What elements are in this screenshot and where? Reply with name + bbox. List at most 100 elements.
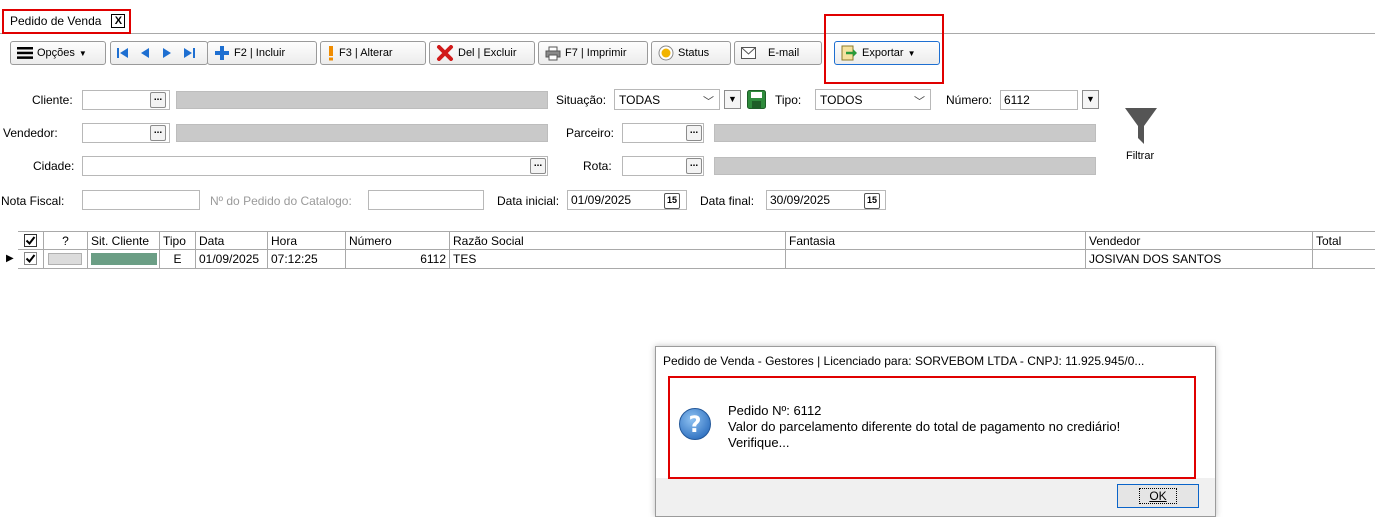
- email-button[interactable]: E-mail: [734, 41, 822, 65]
- situacao-dropdown-button[interactable]: ▼: [724, 90, 741, 109]
- opcoes-button[interactable]: Opções ▼: [10, 41, 106, 65]
- dialog-message: Pedido Nº: 6112 Valor do parcelamento di…: [728, 403, 1120, 451]
- printer-icon: [545, 46, 561, 60]
- checkbox-checked-icon: [24, 252, 37, 265]
- envelope-icon: [741, 47, 756, 59]
- data-final-label: Data final:: [700, 194, 755, 208]
- rota-label: Rota:: [583, 159, 612, 173]
- exclamation-icon: [329, 46, 333, 61]
- rota-name-field: [714, 157, 1096, 175]
- dialog-body: ? Pedido Nº: 6112 Valor do parcelamento …: [656, 376, 1215, 479]
- situacao-value: TODAS: [619, 93, 661, 107]
- status-indicator: [48, 253, 82, 265]
- email-label: E-mail: [768, 47, 800, 59]
- orders-grid: ? Sit. Cliente Tipo Data Hora Número Raz…: [6, 231, 1375, 269]
- status-button[interactable]: Status: [651, 41, 731, 65]
- vendedor-name-field: [176, 124, 548, 142]
- status-label: Status: [678, 47, 710, 59]
- filtrar-label[interactable]: Filtrar: [1126, 150, 1154, 162]
- next-record-icon[interactable]: [159, 46, 175, 60]
- tab-pedido-de-venda[interactable]: Pedido de Venda X: [2, 9, 132, 34]
- imprimir-label: F7 | Imprimir: [565, 47, 627, 59]
- tipo-label: Tipo:: [775, 93, 802, 107]
- highlight-box-exportar: [824, 14, 944, 84]
- row-numero-cell: 6112: [346, 250, 450, 269]
- cidade-label: Cidade:: [33, 159, 75, 173]
- ok-button[interactable]: OK: [1117, 484, 1199, 508]
- column-header-data[interactable]: Data: [196, 232, 268, 251]
- tipo-select[interactable]: TODOS ﹀: [815, 89, 931, 110]
- ok-label: OK: [1139, 488, 1177, 504]
- column-header-fantasia[interactable]: Fantasia: [786, 232, 1086, 251]
- parceiro-lookup-button[interactable]: ...: [686, 125, 702, 141]
- vendedor-lookup-button[interactable]: ...: [150, 125, 166, 141]
- data-inicial-label: Data inicial:: [497, 194, 560, 208]
- chevron-down-icon: ﹀: [914, 96, 925, 108]
- cliente-name-field: [176, 91, 548, 109]
- message-line-1: Pedido Nº: 6112: [728, 403, 822, 418]
- last-record-icon[interactable]: [181, 46, 197, 60]
- status-circle-icon: [658, 45, 674, 61]
- vendedor-label: Vendedor:: [3, 126, 58, 140]
- message-line-3: Verifique...: [728, 435, 790, 450]
- numero-label: Número:: [946, 93, 993, 107]
- pedido-catalogo-label: Nº do Pedido do Catalogo:: [210, 194, 352, 208]
- incluir-label: F2 | Incluir: [234, 47, 286, 59]
- tipo-value: TODOS: [820, 93, 863, 107]
- calendar-icon[interactable]: 15: [864, 193, 880, 209]
- pedido-catalogo-input[interactable]: [368, 190, 484, 210]
- cidade-lookup-button[interactable]: ...: [530, 158, 546, 174]
- chevron-down-icon: ﹀: [703, 96, 714, 108]
- row-razao-social-cell: TES: [450, 250, 786, 269]
- row-pointer-icon: ▶: [6, 253, 14, 264]
- alterar-button[interactable]: F3 | Alterar: [320, 41, 426, 65]
- plus-icon: [215, 46, 229, 60]
- toolbar: Opções ▼ F2 | Incluir F3 | Alterar Del |…: [0, 36, 1375, 70]
- column-header-vendedor[interactable]: Vendedor: [1086, 232, 1313, 251]
- numero-input[interactable]: 6112: [1000, 90, 1078, 110]
- filter-panel: Cliente: ... Vendedor: ... Cidade: ... N…: [0, 78, 1375, 228]
- calendar-icon[interactable]: 15: [664, 193, 680, 209]
- record-navigator: [110, 41, 208, 65]
- excluir-label: Del | Excluir: [458, 47, 517, 59]
- opcoes-label: Opções: [37, 47, 75, 59]
- message-dialog: Pedido de Venda - Gestores | Licenciado …: [655, 346, 1216, 517]
- column-header-total[interactable]: Total: [1313, 232, 1375, 251]
- cidade-input[interactable]: [82, 156, 548, 176]
- checkbox-checked-icon: [24, 234, 37, 247]
- imprimir-button[interactable]: F7 | Imprimir: [538, 41, 648, 65]
- nota-fiscal-input[interactable]: [82, 190, 200, 210]
- column-header-numero[interactable]: Número: [346, 232, 450, 251]
- chevron-down-icon: ▼: [78, 48, 87, 58]
- funnel-icon[interactable]: [1124, 106, 1158, 146]
- rota-lookup-button[interactable]: ...: [686, 158, 702, 174]
- row-sit-cliente-cell: [88, 250, 160, 269]
- select-all-checkbox[interactable]: [18, 232, 44, 251]
- first-record-icon[interactable]: [115, 46, 131, 60]
- svg-text:?: ?: [689, 413, 702, 438]
- row-tipo-cell: E: [160, 250, 196, 269]
- table-row[interactable]: ▶ E 01/09/2025 07:12:25 6112 TES JOSIVAN…: [6, 250, 1375, 269]
- close-icon[interactable]: X: [111, 14, 126, 28]
- excluir-button[interactable]: Del | Excluir: [429, 41, 535, 65]
- save-icon[interactable]: [747, 90, 766, 109]
- numero-dropdown-button[interactable]: ▼: [1082, 90, 1099, 109]
- row-fantasia-cell: [786, 250, 1086, 269]
- cliente-lookup-button[interactable]: ...: [150, 92, 166, 108]
- menu-icon: [17, 47, 33, 59]
- row-checkbox[interactable]: [18, 250, 44, 269]
- nota-fiscal-label: Nota Fiscal:: [1, 194, 65, 208]
- column-header-hora[interactable]: Hora: [268, 232, 346, 251]
- delete-x-icon: [437, 45, 453, 61]
- row-total-cell: [1313, 250, 1375, 269]
- incluir-button[interactable]: F2 | Incluir: [207, 41, 317, 65]
- column-header-question[interactable]: ?: [44, 232, 88, 251]
- message-line-2: Valor do parcelamento diferente do total…: [728, 419, 1121, 434]
- column-header-tipo[interactable]: Tipo: [160, 232, 196, 251]
- previous-record-icon[interactable]: [137, 46, 153, 60]
- cliente-label: Cliente:: [32, 93, 73, 107]
- grid-header: ? Sit. Cliente Tipo Data Hora Número Raz…: [18, 231, 1375, 251]
- column-header-sit-cliente[interactable]: Sit. Cliente: [88, 232, 160, 251]
- situacao-select[interactable]: TODAS ﹀: [614, 89, 720, 110]
- column-header-razao-social[interactable]: Razão Social: [450, 232, 786, 251]
